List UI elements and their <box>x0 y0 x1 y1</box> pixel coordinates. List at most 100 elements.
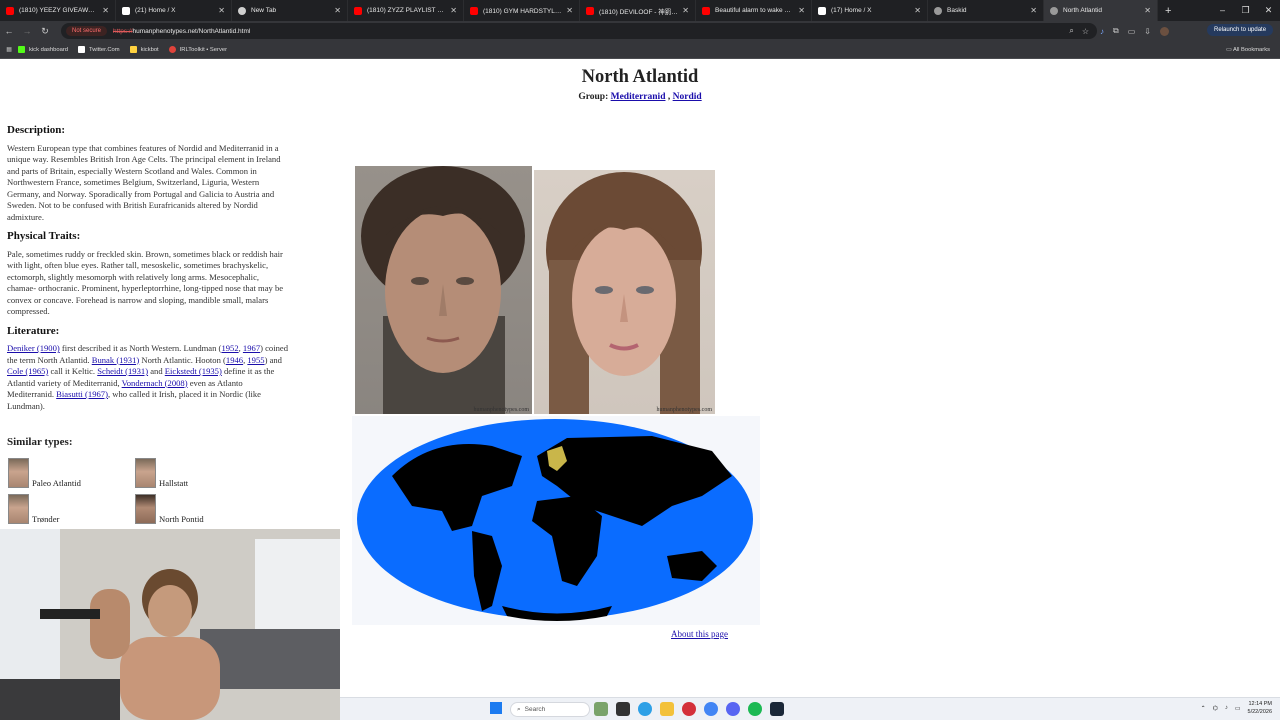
chevron-up-icon[interactable]: ⌃ <box>1201 705 1206 712</box>
downloads-icon[interactable]: ⇩ <box>1144 27 1151 36</box>
tab-zyzz-playlist[interactable]: (1810) ZYZZ PLAYLIST LEGEND✕ <box>348 0 464 21</box>
apps-icon[interactable]: ▦ <box>0 47 18 53</box>
close-tab-icon[interactable]: ✕ <box>566 6 573 15</box>
x-logo-icon <box>818 6 826 15</box>
ref-cole[interactable]: Cole (1965) <box>7 366 48 376</box>
youtube-icon <box>6 6 14 15</box>
tab-yeezy-giveaway[interactable]: (1810) YEEZY GIVEAWAY!!! | 6✕ <box>0 0 116 21</box>
back-icon[interactable]: ← <box>0 26 18 36</box>
female-composite-portrait: humanphenotypes.com <box>534 170 715 414</box>
ref-hooton-1955[interactable]: 1955 <box>247 355 264 365</box>
distribution-map <box>352 416 760 625</box>
close-tab-icon[interactable]: ✕ <box>1030 6 1037 15</box>
battery-icon[interactable]: ▭ <box>1235 705 1241 712</box>
ref-scheidt[interactable]: Scheidt (1931) <box>97 366 148 376</box>
tab-beautiful-alarm[interactable]: Beautiful alarm to wake up w ✕ <box>696 0 812 21</box>
ref-vondernach[interactable]: Vondernach (2008) <box>122 378 188 388</box>
ref-eickstedt[interactable]: Eickstedt (1935) <box>165 366 222 376</box>
relaunch-button[interactable]: Relaunch to update <box>1207 24 1274 36</box>
clock[interactable]: 12:14 PM 5/22/2026 <box>1248 700 1272 716</box>
steam-icon[interactable] <box>770 702 784 716</box>
zoom-icon[interactable]: ⌕ <box>1069 26 1073 36</box>
widgets-icon[interactable] <box>594 702 608 716</box>
tab-home-x-2[interactable]: (17) Home / X ✕ <box>812 0 928 21</box>
bookmark-kickbot[interactable]: kickbot <box>129 46 159 53</box>
app-icon-red[interactable] <box>682 702 696 716</box>
bookmark-irltoolkit[interactable]: IRLToolkit • Server <box>168 46 227 53</box>
volume-icon[interactable]: ♪ <box>1225 705 1228 711</box>
tab-north-atlantid[interactable]: North Atlantid ✕ <box>1044 0 1158 21</box>
new-tab-button[interactable]: + <box>1158 5 1178 17</box>
similar-tronder[interactable]: Trønder <box>8 494 59 524</box>
close-tab-icon[interactable]: ✕ <box>334 6 341 15</box>
similar-hallstatt[interactable]: Hallstatt <box>135 458 188 488</box>
chrome-app-icon[interactable] <box>638 702 652 716</box>
reload-icon[interactable]: ↻ <box>36 26 54 37</box>
similar-north-pontid[interactable]: North Pontid <box>135 494 204 524</box>
similar-thumbnail[interactable] <box>135 494 156 524</box>
network-icon[interactable]: ⌬ <box>1213 705 1218 712</box>
ref-lundman-1967[interactable]: 1967 <box>243 343 260 353</box>
link-nordid[interactable]: Nordid <box>673 92 702 102</box>
irltoolkit-icon <box>168 46 176 53</box>
task-view-icon[interactable] <box>616 702 630 716</box>
profile-avatar[interactable] <box>1159 26 1169 36</box>
close-tab-icon[interactable]: ✕ <box>218 6 225 15</box>
similar-thumbnail[interactable] <box>8 494 29 524</box>
tab-home-x-1[interactable]: (21) Home / X ✕ <box>116 0 232 21</box>
youtube-icon <box>470 6 478 15</box>
ref-biasutti[interactable]: Biasutti (1967) <box>56 389 108 399</box>
similar-thumbnail[interactable] <box>8 458 29 488</box>
search-icon: ⌕ <box>517 705 521 713</box>
link-mediterranid[interactable]: Mediterranid <box>611 92 666 102</box>
close-tab-icon[interactable]: ✕ <box>914 6 921 15</box>
similar-paleo-atlantid[interactable]: Paleo Atlantid <box>8 458 81 488</box>
not-secure-badge[interactable]: Not secure <box>66 26 108 36</box>
restore-button[interactable]: ❐ <box>1234 0 1257 21</box>
about-this-page-link[interactable]: About this page <box>671 629 728 639</box>
similar-types-heading: Similar types: <box>7 436 73 448</box>
ref-bunak[interactable]: Bunak (1931) <box>92 355 140 365</box>
close-tab-icon[interactable]: ✕ <box>102 6 109 15</box>
sidepanel-icon[interactable]: ▭ <box>1128 27 1136 36</box>
description-text: Western European type that combines feat… <box>7 142 281 222</box>
tab-deviloof[interactable]: (1810) DEVILOOF - 神罰-新世 ✕ <box>580 0 696 21</box>
female-face-image <box>546 172 702 414</box>
watermark: humanphenotypes.com <box>473 407 530 413</box>
chrome-icon <box>238 6 246 15</box>
literature-heading: Literature: <box>7 324 60 337</box>
all-bookmarks[interactable]: ▭ All Bookmarks <box>1226 41 1270 59</box>
close-tab-icon[interactable]: ✕ <box>682 6 689 15</box>
close-tab-icon[interactable]: ✕ <box>1144 6 1151 15</box>
url-text[interactable]: https://humanphenotypes.net/NorthAtlanti… <box>113 28 250 35</box>
discord-icon[interactable] <box>726 702 740 716</box>
extensions-icon[interactable]: ⧉ <box>1113 26 1119 36</box>
spotify-icon[interactable] <box>748 702 762 716</box>
bookmark-twitter[interactable]: Twitter.Com <box>78 46 120 53</box>
male-face-image <box>361 166 525 414</box>
media-icon[interactable]: ♪ <box>1100 27 1104 36</box>
tab-gym-hardstyle[interactable]: (1810) GYM HARDSTYLE 😤 ✕ <box>464 0 580 21</box>
taskbar-search[interactable]: ⌕ Search <box>510 702 590 717</box>
description-heading: Description: <box>7 124 66 136</box>
extension-tools: ♪ ⧉ ▭ ⇩ <box>1100 23 1169 39</box>
minimize-button[interactable]: – <box>1211 0 1234 21</box>
address-bar[interactable]: Not secure https://humanphenotypes.net/N… <box>61 23 1097 39</box>
close-tab-icon[interactable]: ✕ <box>798 6 805 15</box>
forward-icon[interactable]: → <box>18 26 36 36</box>
similar-thumbnail[interactable] <box>135 458 156 488</box>
start-icon[interactable] <box>490 702 502 714</box>
window-controls: – ❐ ✕ <box>1211 0 1280 21</box>
ref-lundman-1952[interactable]: 1952 <box>221 343 238 353</box>
ref-hooton-1946[interactable]: 1946 <box>226 355 243 365</box>
ref-deniker[interactable]: Deniker (1900) <box>7 343 60 353</box>
chrome-icon[interactable] <box>704 702 718 716</box>
globe-icon <box>1050 6 1058 15</box>
close-window-button[interactable]: ✕ <box>1257 0 1280 21</box>
tab-baskid[interactable]: Baskid ✕ <box>928 0 1044 21</box>
tab-new-tab[interactable]: New Tab ✕ <box>232 0 348 21</box>
bookmark-kick-dashboard[interactable]: kick dashboard <box>18 46 68 53</box>
bookmark-star-icon[interactable]: ☆ <box>1082 27 1089 36</box>
file-explorer-icon[interactable] <box>660 702 674 716</box>
close-tab-icon[interactable]: ✕ <box>450 6 457 15</box>
